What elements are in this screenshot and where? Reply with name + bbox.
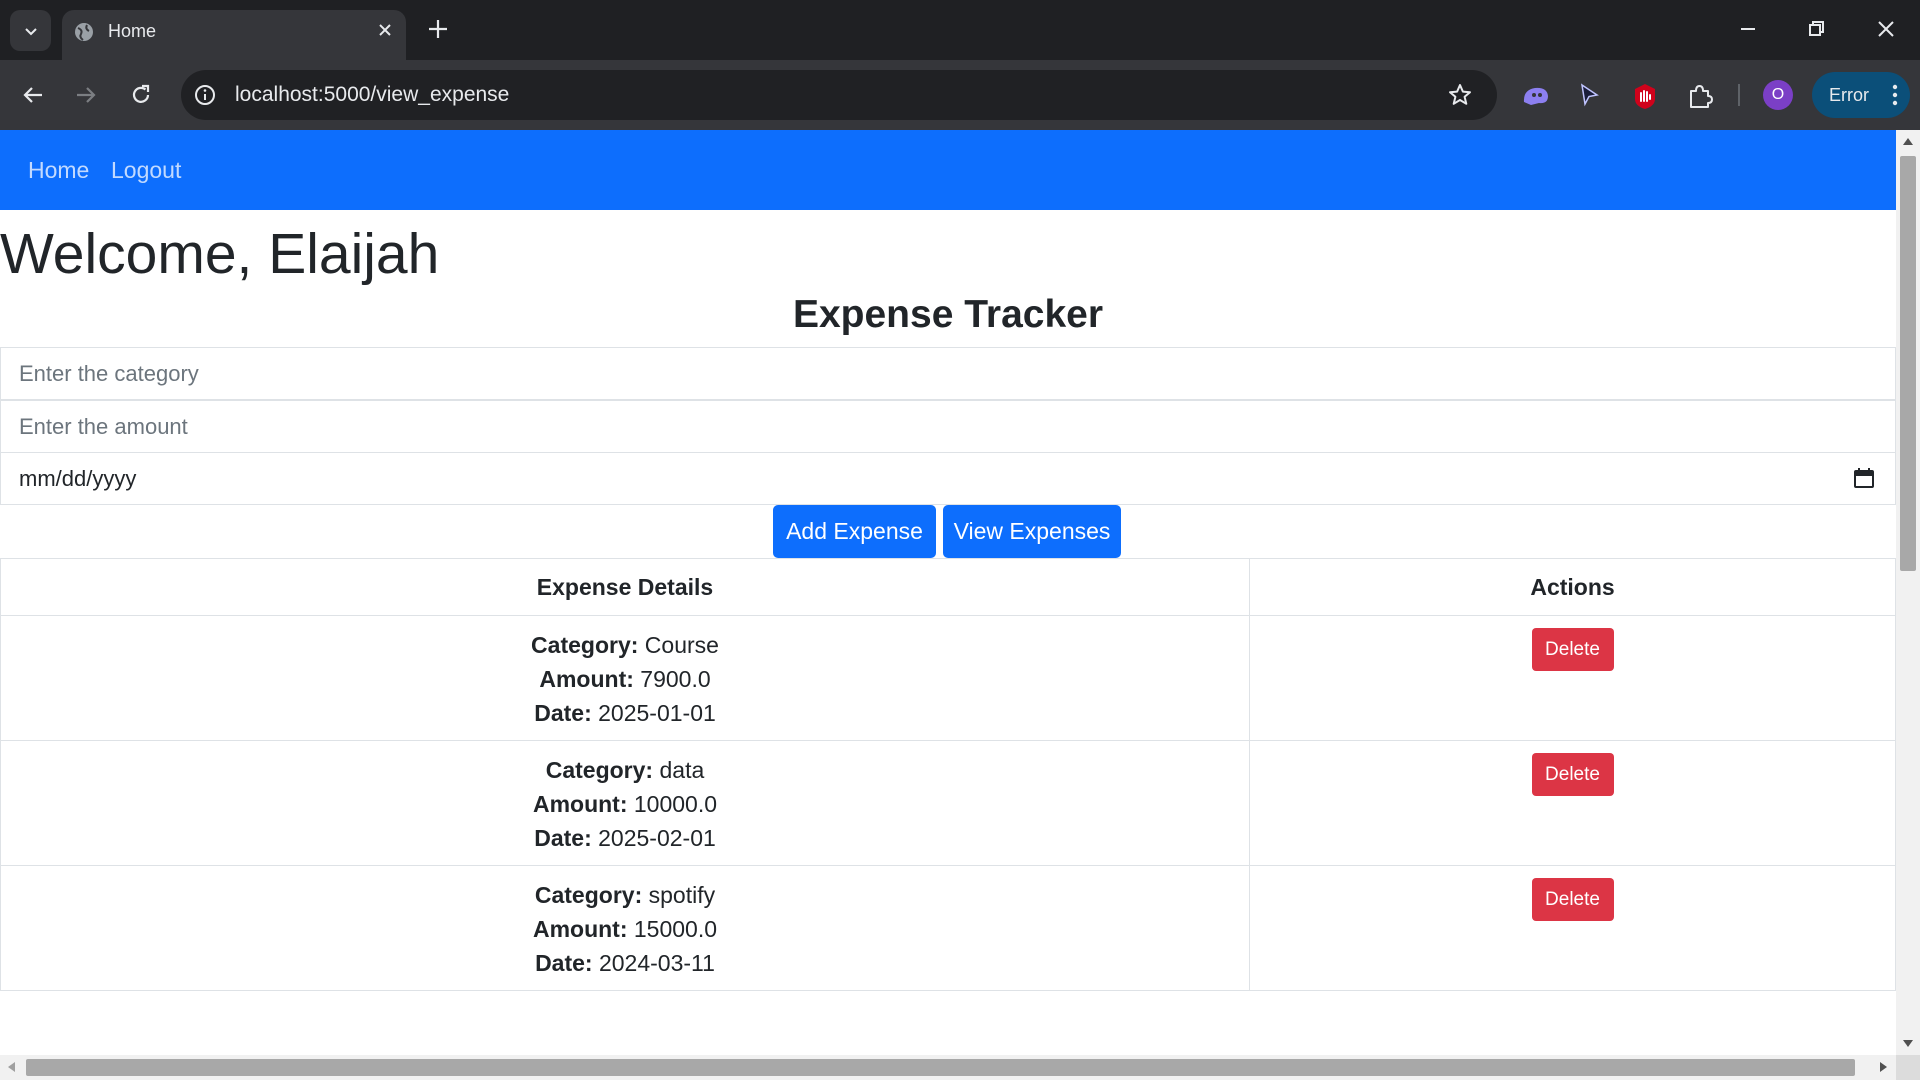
- date-label: Date:: [535, 950, 593, 976]
- vertical-scrollbar[interactable]: [1896, 130, 1920, 1055]
- scrollbar-corner: [1896, 1055, 1920, 1080]
- table-row: Category: spotify Amount: 15000.0 Date: …: [0, 865, 1896, 991]
- amount-value: 15000.0: [633, 916, 718, 942]
- browser-tab[interactable]: Home: [62, 10, 406, 60]
- extension-blob-icon[interactable]: [1521, 82, 1551, 110]
- delete-button[interactable]: Delete: [1531, 878, 1614, 921]
- amount-label: Amount:: [532, 791, 628, 817]
- tab-search-button[interactable]: [10, 10, 51, 51]
- scroll-right-arrow-icon[interactable]: [1880, 1062, 1887, 1072]
- minimize-icon[interactable]: [1734, 15, 1762, 43]
- page-viewport: Home Logout Welcome, Elaijah Expense Tra…: [0, 130, 1896, 1055]
- calendar-icon[interactable]: [1853, 467, 1875, 489]
- globe-icon: [75, 23, 93, 41]
- date-placeholder: mm/dd/yyyy: [19, 466, 137, 491]
- error-label: Error: [1829, 85, 1869, 105]
- extensions-puzzle-icon[interactable]: [1686, 82, 1714, 110]
- table-row: Category: Course Amount: 7900.0 Date: 20…: [0, 615, 1896, 741]
- amount-value: 10000.0: [633, 791, 718, 817]
- amount-value: 7900.0: [640, 666, 711, 692]
- category-label: Category:: [534, 882, 643, 908]
- browser-titlebar: Home: [0, 0, 1920, 60]
- scroll-up-arrow-icon[interactable]: [1903, 138, 1913, 145]
- expenses-table: Expense Details Actions Category: Course…: [0, 558, 1896, 991]
- extension-cursor-icon[interactable]: [1576, 82, 1602, 108]
- category-value: data: [659, 757, 705, 783]
- amount-input[interactable]: Enter the amount: [0, 400, 1896, 453]
- expense-details-cell: Category: data Amount: 10000.0 Date: 202…: [0, 740, 1250, 866]
- horizontal-scrollbar[interactable]: [0, 1055, 1920, 1080]
- actions-cell: Delete: [1249, 615, 1896, 741]
- category-label: Category:: [531, 632, 639, 658]
- scroll-left-arrow-icon[interactable]: [8, 1062, 15, 1072]
- restore-icon[interactable]: [1802, 15, 1830, 43]
- table-row: Category: data Amount: 10000.0 Date: 202…: [0, 740, 1896, 866]
- delete-button[interactable]: Delete: [1531, 628, 1614, 671]
- extension-hand-icon[interactable]: [1631, 82, 1659, 110]
- new-tab-icon[interactable]: [424, 15, 452, 43]
- horizontal-scroll-thumb[interactable]: [26, 1059, 1855, 1076]
- date-value: 2025-01-01: [598, 700, 716, 726]
- date-value: 2024-03-11: [598, 950, 715, 976]
- header-actions: Actions: [1249, 558, 1896, 616]
- expense-details-cell: Category: spotify Amount: 15000.0 Date: …: [0, 865, 1250, 991]
- site-info-icon[interactable]: [193, 83, 217, 107]
- reload-icon[interactable]: [128, 82, 154, 108]
- table-header-row: Expense Details Actions: [0, 558, 1896, 616]
- profile-avatar[interactable]: O: [1763, 80, 1793, 110]
- page-title: Expense Tracker: [792, 293, 1104, 336]
- amount-label: Amount:: [532, 916, 628, 942]
- category-value: spotify: [648, 882, 716, 908]
- vertical-scroll-thumb[interactable]: [1900, 156, 1916, 571]
- actions-cell: Delete: [1249, 865, 1896, 991]
- category-value: Course: [644, 632, 719, 658]
- view-expenses-button[interactable]: View Expenses: [943, 505, 1121, 558]
- add-expense-button[interactable]: Add Expense: [773, 505, 936, 558]
- forward-arrow-icon[interactable]: [73, 82, 99, 108]
- toolbar-divider: [1738, 84, 1740, 106]
- header-expense-details: Expense Details: [0, 558, 1250, 616]
- category-input[interactable]: Enter the category: [0, 347, 1896, 400]
- date-input[interactable]: mm/dd/yyyy: [0, 452, 1896, 505]
- more-vertical-icon: [1892, 84, 1898, 106]
- address-bar[interactable]: localhost:5000/view_expense: [181, 70, 1497, 120]
- tab-title: Home: [108, 21, 157, 41]
- date-label: Date:: [534, 825, 592, 851]
- close-window-icon[interactable]: [1872, 15, 1900, 43]
- nav-link-home[interactable]: Home: [28, 130, 89, 210]
- close-tab-icon[interactable]: [374, 19, 396, 41]
- actions-cell: Delete: [1249, 740, 1896, 866]
- amount-label: Amount:: [539, 666, 634, 692]
- category-label: Category:: [545, 757, 654, 783]
- welcome-heading: Welcome, Elaijah: [0, 222, 440, 286]
- delete-button[interactable]: Delete: [1531, 753, 1614, 796]
- bookmark-star-icon[interactable]: [1447, 82, 1473, 108]
- browser-toolbar: localhost:5000/view_expense O Error: [0, 60, 1920, 130]
- scroll-down-arrow-icon[interactable]: [1903, 1040, 1913, 1047]
- chevron-down-icon: [24, 27, 37, 35]
- date-label: Date:: [534, 700, 592, 726]
- navbar: Home Logout: [0, 130, 1896, 210]
- back-arrow-icon[interactable]: [20, 82, 46, 108]
- nav-link-logout[interactable]: Logout: [111, 130, 181, 210]
- expense-details-cell: Category: Course Amount: 7900.0 Date: 20…: [0, 615, 1250, 741]
- url-text: localhost:5000/view_expense: [235, 83, 510, 106]
- date-value: 2025-02-01: [598, 825, 716, 851]
- error-button[interactable]: Error: [1812, 72, 1910, 118]
